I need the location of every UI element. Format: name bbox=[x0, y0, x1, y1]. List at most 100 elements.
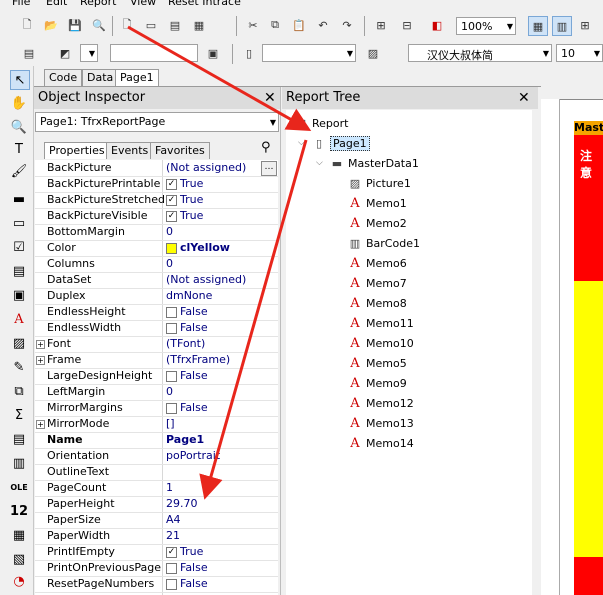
frame-icon[interactable]: ◩ bbox=[56, 44, 74, 62]
property-checkbox[interactable] bbox=[166, 403, 177, 414]
property-value[interactable]: True bbox=[180, 177, 203, 190]
property-value[interactable]: (TFont) bbox=[166, 337, 205, 350]
close-icon[interactable]: ✕ bbox=[264, 90, 276, 106]
property-value[interactable]: 0 bbox=[166, 385, 173, 398]
menu-view[interactable]: View bbox=[130, 0, 156, 8]
color-swatch[interactable] bbox=[166, 243, 177, 254]
menu-edit[interactable]: Edit bbox=[46, 0, 67, 8]
menu-file[interactable]: File bbox=[12, 0, 30, 8]
line-tool-icon[interactable]: ✎ bbox=[10, 358, 28, 376]
numbers-tool-icon[interactable]: 12 bbox=[10, 502, 28, 520]
property-row[interactable]: LeftMargin 0 bbox=[35, 384, 278, 401]
ellipsis-button[interactable]: … bbox=[261, 161, 277, 176]
sum-tool-icon[interactable]: Σ bbox=[10, 406, 28, 424]
property-row[interactable]: + Frame (TfrxFrame) bbox=[35, 352, 278, 369]
property-checkbox[interactable] bbox=[166, 371, 177, 382]
tab-page1[interactable]: Page1 bbox=[115, 69, 159, 86]
property-value[interactable]: 0 bbox=[166, 225, 173, 238]
highlight-icon[interactable]: ▣ bbox=[204, 44, 222, 62]
fit-grid-icon[interactable]: ⊞ bbox=[576, 16, 594, 34]
zoom-tool-icon[interactable]: 🔍 bbox=[10, 118, 28, 136]
tree-node[interactable]: ▥ BarCode1 bbox=[348, 234, 420, 252]
property-value[interactable]: 29.70 bbox=[166, 497, 198, 510]
close-icon[interactable]: ✕ bbox=[518, 90, 530, 106]
font-name-combo[interactable]: 汉仪大叔体简 ▼ bbox=[408, 44, 552, 62]
red-footer[interactable] bbox=[574, 557, 603, 595]
tree-node[interactable]: A Memo7 bbox=[348, 274, 406, 292]
tree-node[interactable]: A Memo13 bbox=[348, 414, 413, 432]
tree-node[interactable]: ▤ Report bbox=[294, 114, 349, 132]
cross-tool-icon[interactable]: ▦ bbox=[10, 526, 28, 544]
property-row[interactable]: MirrorMargins False bbox=[35, 400, 278, 417]
select-tool-icon[interactable]: ↖ bbox=[10, 70, 30, 90]
new-report-icon[interactable]: 🗋 bbox=[18, 16, 36, 34]
property-row[interactable]: DataSet (Not assigned) bbox=[35, 272, 278, 289]
new-page-icon[interactable]: 🗋 bbox=[118, 16, 136, 34]
property-row[interactable]: PrintOnPreviousPage False bbox=[35, 560, 278, 577]
property-value[interactable]: dmNone bbox=[166, 289, 212, 302]
redo-icon[interactable]: ↷ bbox=[338, 16, 356, 34]
zoom-combo[interactable]: 100% ▼ bbox=[456, 17, 516, 35]
picture-tool-icon[interactable]: ▨ bbox=[10, 334, 28, 352]
data-field-icon[interactable]: ▨ bbox=[364, 44, 382, 62]
tree-node[interactable]: A Memo14 bbox=[348, 434, 413, 452]
property-checkbox[interactable] bbox=[166, 323, 177, 334]
tree-node[interactable]: A Memo11 bbox=[348, 314, 413, 332]
tab-favorites[interactable]: Favorites bbox=[150, 142, 210, 159]
open-icon[interactable]: 📂 bbox=[42, 16, 60, 34]
property-row[interactable]: EndlessHeight False bbox=[35, 304, 278, 321]
field-tool-icon[interactable]: ▣ bbox=[10, 286, 28, 304]
delete-page-icon[interactable]: ▤ bbox=[166, 16, 184, 34]
gauge-tool-icon[interactable]: ◔ bbox=[10, 572, 28, 590]
property-row[interactable]: + Font (TFont) bbox=[35, 336, 278, 353]
property-row[interactable]: BackPicturePrintable ✓ True bbox=[35, 176, 278, 193]
property-value[interactable]: (Not assigned) bbox=[166, 161, 246, 174]
ungroup-icon[interactable]: ⊟ bbox=[398, 16, 416, 34]
property-value[interactable]: (TfrxFrame) bbox=[166, 353, 230, 366]
collapse-icon[interactable]: ⌵ bbox=[298, 138, 305, 148]
copy-tool-icon[interactable]: ⧉ bbox=[10, 382, 28, 400]
expand-icon[interactable]: + bbox=[36, 356, 45, 365]
barcode-tool-icon[interactable]: ▥ bbox=[10, 454, 28, 472]
tree-node[interactable]: A Memo1 bbox=[348, 194, 406, 212]
property-checkbox[interactable]: ✓ bbox=[166, 179, 177, 190]
property-value[interactable]: True bbox=[180, 193, 203, 206]
tree-node[interactable]: ⌵ ▯ Page1 bbox=[298, 134, 370, 152]
property-row[interactable]: ResetPageNumbers False bbox=[35, 576, 278, 593]
format-painter-icon[interactable]: 🖌 bbox=[10, 162, 28, 180]
object-selector[interactable]: Page1: TfrxReportPage ▼ bbox=[35, 112, 279, 132]
property-row[interactable]: BackPictureVisible ✓ True bbox=[35, 208, 278, 225]
property-value[interactable]: 1 bbox=[166, 481, 173, 494]
property-row[interactable]: PaperSize A4 bbox=[35, 512, 278, 529]
property-row[interactable]: PaperWidth 21 bbox=[35, 528, 278, 545]
property-value[interactable]: True bbox=[180, 545, 203, 558]
menu-reset-intrace[interactable]: Reset Intrace bbox=[168, 0, 241, 8]
dataset-combo[interactable]: ▼ bbox=[262, 44, 356, 62]
search-icon[interactable]: ⚲ bbox=[261, 140, 271, 155]
property-value[interactable]: A4 bbox=[166, 513, 181, 526]
tree-node[interactable]: A Memo5 bbox=[348, 354, 406, 372]
property-row[interactable]: Duplex dmNone bbox=[35, 288, 278, 305]
tree-node[interactable]: A Memo8 bbox=[348, 294, 406, 312]
undo-icon[interactable]: ↶ bbox=[314, 16, 332, 34]
bring-front-icon[interactable]: ◧ bbox=[428, 16, 446, 34]
property-value[interactable]: False bbox=[180, 561, 208, 574]
tab-data[interactable]: Data bbox=[82, 69, 119, 86]
property-row[interactable]: Columns 0 bbox=[35, 256, 278, 273]
text-tool-icon[interactable]: ▤ bbox=[20, 44, 38, 62]
property-value[interactable]: clYellow bbox=[180, 241, 230, 254]
property-value[interactable]: False bbox=[180, 369, 208, 382]
property-value[interactable]: False bbox=[180, 577, 208, 590]
collapse-icon[interactable]: ⌵ bbox=[316, 158, 323, 168]
red-band[interactable]: 注意 bbox=[574, 135, 603, 281]
property-row[interactable]: BackPicture (Not assigned)… bbox=[35, 160, 278, 177]
cut-icon[interactable]: ✂ bbox=[244, 16, 262, 34]
subreport-icon[interactable]: ▭ bbox=[10, 214, 28, 232]
highlight-combo[interactable] bbox=[110, 44, 198, 62]
property-checkbox[interactable]: ✓ bbox=[166, 195, 177, 206]
tree-node[interactable]: A Memo10 bbox=[348, 334, 413, 352]
property-row[interactable]: PageCount 1 bbox=[35, 480, 278, 497]
tab-code[interactable]: Code bbox=[44, 69, 83, 86]
expand-icon[interactable]: + bbox=[36, 340, 45, 349]
property-row[interactable]: PaperHeight 29.70 bbox=[35, 496, 278, 513]
